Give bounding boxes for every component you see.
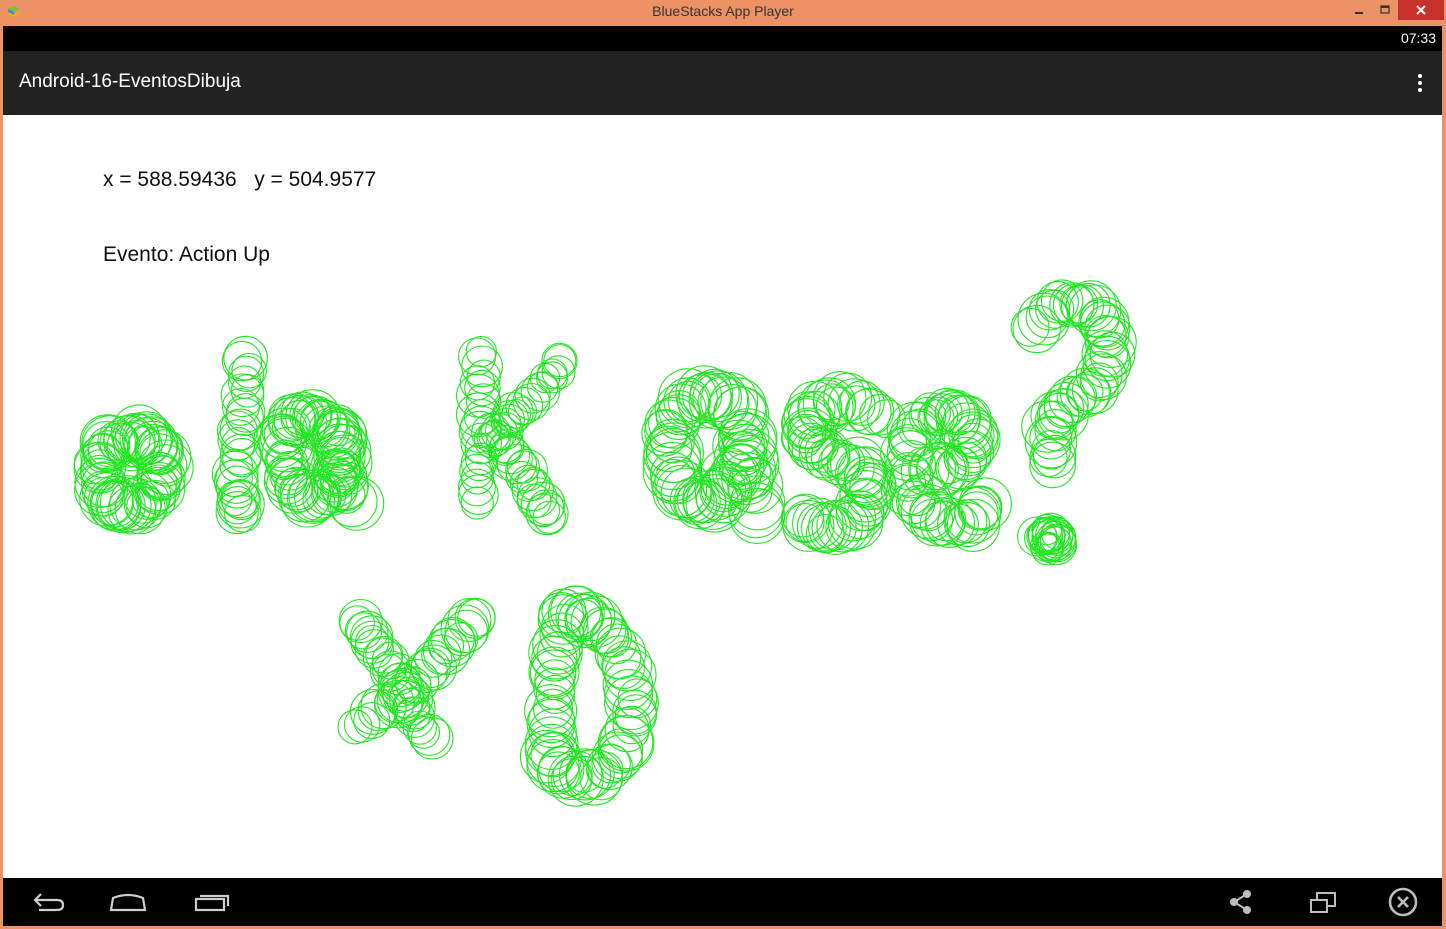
drawn-stroke: [253, 389, 385, 531]
drawn-circle: [1029, 438, 1068, 478]
drawn-stroke: [1017, 512, 1078, 566]
share-button[interactable]: [1225, 886, 1257, 918]
action-bar: Android-16-EventosDibuja: [3, 51, 1442, 115]
exit-button[interactable]: [1385, 886, 1421, 918]
rotate-icon: [1310, 892, 1336, 913]
bluestacks-window: BlueStacks App Player 07:33 Android-16-E…: [0, 0, 1446, 929]
back-button[interactable]: [27, 886, 71, 918]
drawn-stroke: [338, 598, 454, 760]
drawn-circle: [645, 427, 702, 484]
drawn-circle: [805, 514, 845, 553]
maximize-button[interactable]: [1374, 0, 1396, 20]
close-button[interactable]: [1398, 0, 1444, 20]
drawn-circle: [353, 702, 391, 740]
window-titlebar[interactable]: BlueStacks App Player: [0, 0, 1446, 25]
home-button[interactable]: [106, 886, 150, 918]
status-bar: 07:33: [3, 26, 1442, 51]
drawn-stroke: [880, 387, 1012, 552]
drawn-circle: [957, 486, 1002, 531]
drawn-stroke: [73, 404, 194, 535]
window-title: BlueStacks App Player: [652, 3, 794, 19]
exit-icon: [1388, 887, 1418, 917]
drawn-stroke: [211, 335, 268, 535]
drawn-circle: [958, 477, 1012, 531]
home-icon: [109, 893, 147, 912]
touch-coordinates: x = 588.59436 y = 504.9577: [103, 168, 377, 191]
drawn-circle: [459, 453, 494, 489]
close-icon: [1416, 5, 1426, 15]
drawn-stroke: [641, 365, 786, 544]
share-icon: [1230, 890, 1251, 914]
overflow-menu-button[interactable]: [1412, 71, 1428, 95]
event-label: Evento: Action Up: [103, 243, 270, 266]
drawn-circle: [524, 684, 578, 738]
drawn-circle: [216, 480, 265, 529]
recents-icon: [194, 894, 230, 912]
drawn-stroke: [1010, 279, 1137, 489]
drawn-circle: [839, 380, 885, 426]
drawn-circle: [536, 751, 580, 795]
maximize-icon: [1380, 5, 1390, 14]
navigation-bar: [3, 878, 1442, 926]
android-screen: 07:33 Android-16-EventosDibuja x = 588.5…: [3, 26, 1442, 926]
recents-button[interactable]: [189, 886, 233, 918]
finger-drawing: [73, 279, 1137, 807]
drawing-canvas[interactable]: x = 588.59436 y = 504.9577 Evento: Actio…: [3, 115, 1442, 878]
drawn-circle: [528, 489, 565, 526]
more-vert-icon: [1418, 74, 1422, 78]
drawn-circle: [598, 734, 643, 780]
back-icon: [33, 893, 65, 912]
drawn-circle: [1029, 441, 1076, 489]
rotate-button[interactable]: [1305, 886, 1341, 918]
drawn-stroke: [473, 342, 578, 459]
status-clock: 07:33: [1400, 30, 1436, 46]
minimize-button[interactable]: [1348, 0, 1370, 20]
drawn-circle: [536, 631, 581, 675]
app-title: Android-16-EventosDibuja: [19, 71, 241, 92]
minimize-icon: [1355, 12, 1363, 14]
drawn-circle: [650, 418, 695, 464]
drawn-stroke: [519, 585, 659, 807]
